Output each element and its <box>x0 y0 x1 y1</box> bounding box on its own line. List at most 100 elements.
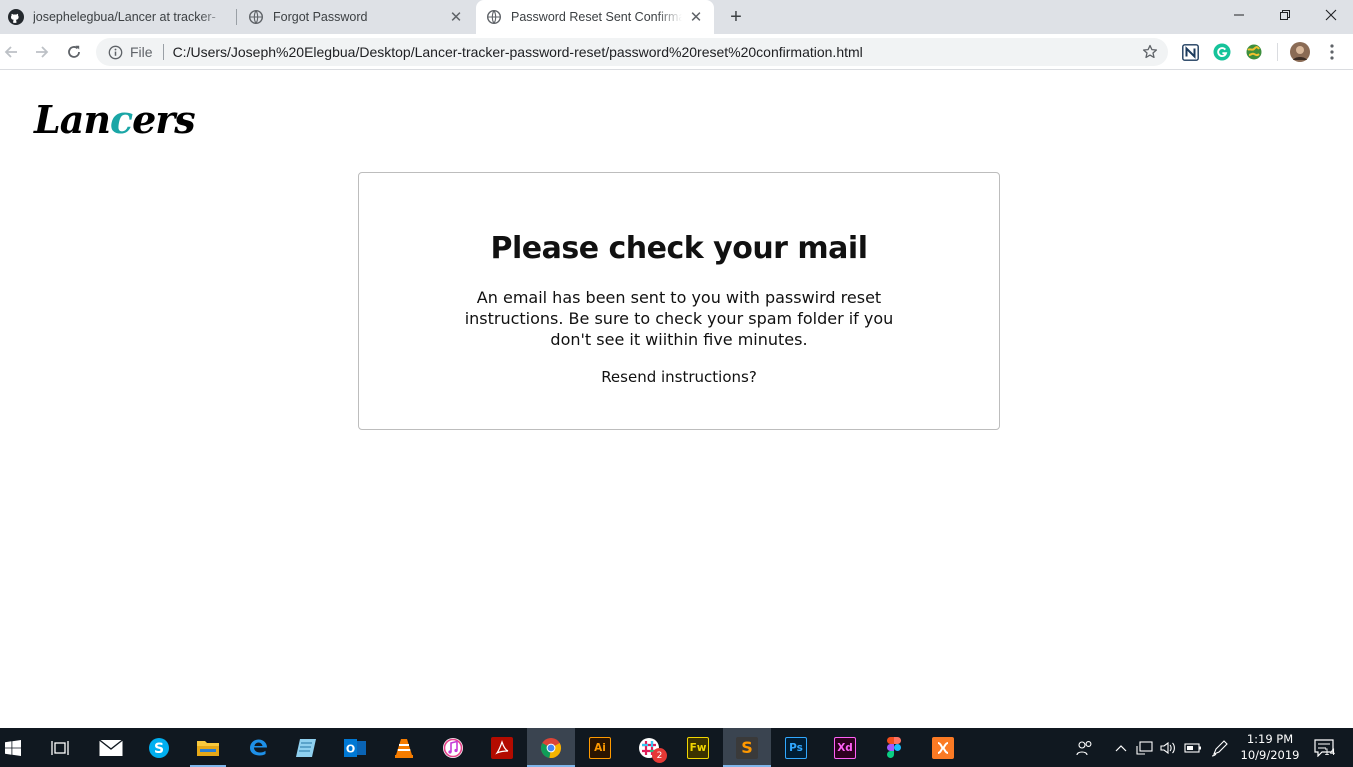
task-view-button[interactable] <box>36 728 84 767</box>
pen-icon[interactable] <box>1210 728 1230 767</box>
forward-button[interactable] <box>32 42 52 62</box>
tab-separator <box>236 9 237 25</box>
taskbar-illustrator[interactable]: Ai <box>576 728 624 767</box>
slack-badge: 2 <box>652 748 667 763</box>
forward-arrow-icon <box>36 46 49 58</box>
tab-title: Forgot Password <box>273 10 368 24</box>
close-icon[interactable]: ✕ <box>448 9 464 26</box>
close-icon <box>1325 9 1337 21</box>
taskbar-fireworks[interactable]: Fw <box>674 728 722 767</box>
taskbar-slack[interactable]: 2 <box>625 728 673 767</box>
notifications-count: 14 <box>1324 748 1336 758</box>
globe-extension-icon[interactable] <box>1245 43 1263 61</box>
tab-strip: josephelegbua/Lancer at tracker- Forgot … <box>0 0 1353 34</box>
grammarly-icon[interactable] <box>1213 43 1231 61</box>
clock-date: 10/9/2019 <box>1240 748 1300 762</box>
acrobat-icon <box>491 736 513 759</box>
taskbar-outlook[interactable]: O <box>331 728 379 767</box>
chevron-up-icon[interactable] <box>1112 728 1130 767</box>
clock-time: 1:19 PM <box>1246 732 1294 746</box>
outlook-icon: O <box>344 738 366 757</box>
scheme-label: File <box>130 44 153 60</box>
photoshop-icon: Ps <box>785 736 807 759</box>
windows-taskbar: S O Ai 2 Fw S Ps Xd 1:19 PM 10/9/2019 <box>0 728 1353 767</box>
taskbar-itunes[interactable] <box>429 728 477 767</box>
sublime-icon: S <box>736 736 758 759</box>
taskbar-sublime[interactable]: S <box>723 728 771 767</box>
itunes-icon <box>443 737 463 758</box>
taskbar-edge[interactable] <box>234 728 282 767</box>
toolbar-divider <box>1277 43 1278 61</box>
divider <box>162 44 164 60</box>
taskbar-acrobat[interactable] <box>478 728 526 767</box>
browser-toolbar: File C:/Users/Joseph%20Elegbua/Desktop/L… <box>0 34 1353 70</box>
reload-button[interactable] <box>64 42 84 62</box>
vlc-icon <box>395 738 413 758</box>
logo-text-accent: c <box>109 97 133 142</box>
restore-icon <box>1280 10 1290 20</box>
address-bar[interactable]: File C:/Users/Joseph%20Elegbua/Desktop/L… <box>96 38 1168 66</box>
taskbar-photoshop[interactable]: Ps <box>772 728 820 767</box>
svg-text:S: S <box>154 741 164 757</box>
taskbar-xampp[interactable] <box>919 728 967 767</box>
tab-title: josephelegbua/Lancer at tracker- <box>33 10 216 24</box>
github-icon <box>8 9 24 25</box>
logo-text-start: Lan <box>34 97 111 142</box>
confirmation-message: An email has been sent to you with passw… <box>464 288 894 349</box>
battery-icon[interactable] <box>1183 728 1203 767</box>
minimize-button[interactable] <box>1216 0 1262 30</box>
back-button[interactable] <box>1 42 21 62</box>
taskbar-xd[interactable]: Xd <box>821 728 869 767</box>
network-icon[interactable] <box>1135 728 1155 767</box>
edge-icon <box>250 739 267 755</box>
logo-text-end: ers <box>132 97 196 142</box>
figma-icon <box>887 736 901 758</box>
minimize-icon <box>1234 14 1244 16</box>
tab-password-reset-confirmation[interactable]: Password Reset Sent Confirmatio ✕ <box>476 0 714 34</box>
fireworks-icon: Fw <box>687 736 709 759</box>
clock[interactable]: 1:19 PM 10/9/2019 <box>1240 731 1300 763</box>
taskbar-skype[interactable]: S <box>135 728 183 767</box>
svg-text:O: O <box>346 742 355 755</box>
taskbar-vlc[interactable] <box>380 728 428 767</box>
task-view-icon <box>51 740 69 755</box>
page-title: Please check your mail <box>490 231 868 266</box>
resend-instructions-link[interactable]: Resend instructions? <box>601 368 757 386</box>
globe-icon <box>248 9 264 25</box>
bookmark-star-icon[interactable] <box>1142 44 1158 60</box>
xampp-icon <box>932 736 954 759</box>
skype-icon: S <box>149 737 169 758</box>
reload-icon <box>68 45 80 58</box>
back-arrow-icon <box>4 46 17 58</box>
notepad-icon <box>296 738 316 757</box>
new-tab-button[interactable]: + <box>726 7 746 27</box>
taskbar-mail[interactable] <box>87 728 135 767</box>
taskbar-notepad[interactable] <box>282 728 330 767</box>
taskbar-file-explorer[interactable] <box>184 728 232 767</box>
taskbar-chrome[interactable] <box>527 728 575 767</box>
globe-icon <box>486 9 502 25</box>
page-content: Lancers Please check your mail An email … <box>0 71 1353 728</box>
windows-logo-icon <box>5 739 21 756</box>
nimbus-icon[interactable] <box>1181 43 1199 61</box>
restore-button[interactable] <box>1262 0 1308 30</box>
chrome-icon <box>540 737 562 758</box>
avatar[interactable] <box>1290 42 1310 62</box>
lancers-logo[interactable]: Lancers <box>34 101 196 139</box>
people-icon[interactable] <box>1073 728 1097 767</box>
menu-kebab-icon[interactable] <box>1323 43 1341 61</box>
tab-title: Password Reset Sent Confirmatio <box>511 10 682 24</box>
close-icon[interactable]: ✕ <box>688 9 704 26</box>
volume-icon[interactable] <box>1158 728 1178 767</box>
close-window-button[interactable] <box>1308 0 1353 30</box>
tab-github[interactable]: josephelegbua/Lancer at tracker- <box>0 0 236 34</box>
illustrator-icon: Ai <box>589 736 611 759</box>
tab-forgot-password[interactable]: Forgot Password ✕ <box>240 0 474 34</box>
folder-icon <box>197 740 219 756</box>
info-icon[interactable] <box>107 44 123 60</box>
url-text[interactable]: C:/Users/Joseph%20Elegbua/Desktop/Lancer… <box>173 44 863 60</box>
taskbar-figma[interactable] <box>870 728 918 767</box>
start-button[interactable] <box>0 728 26 767</box>
xd-icon: Xd <box>834 736 856 759</box>
mail-icon <box>99 738 123 756</box>
